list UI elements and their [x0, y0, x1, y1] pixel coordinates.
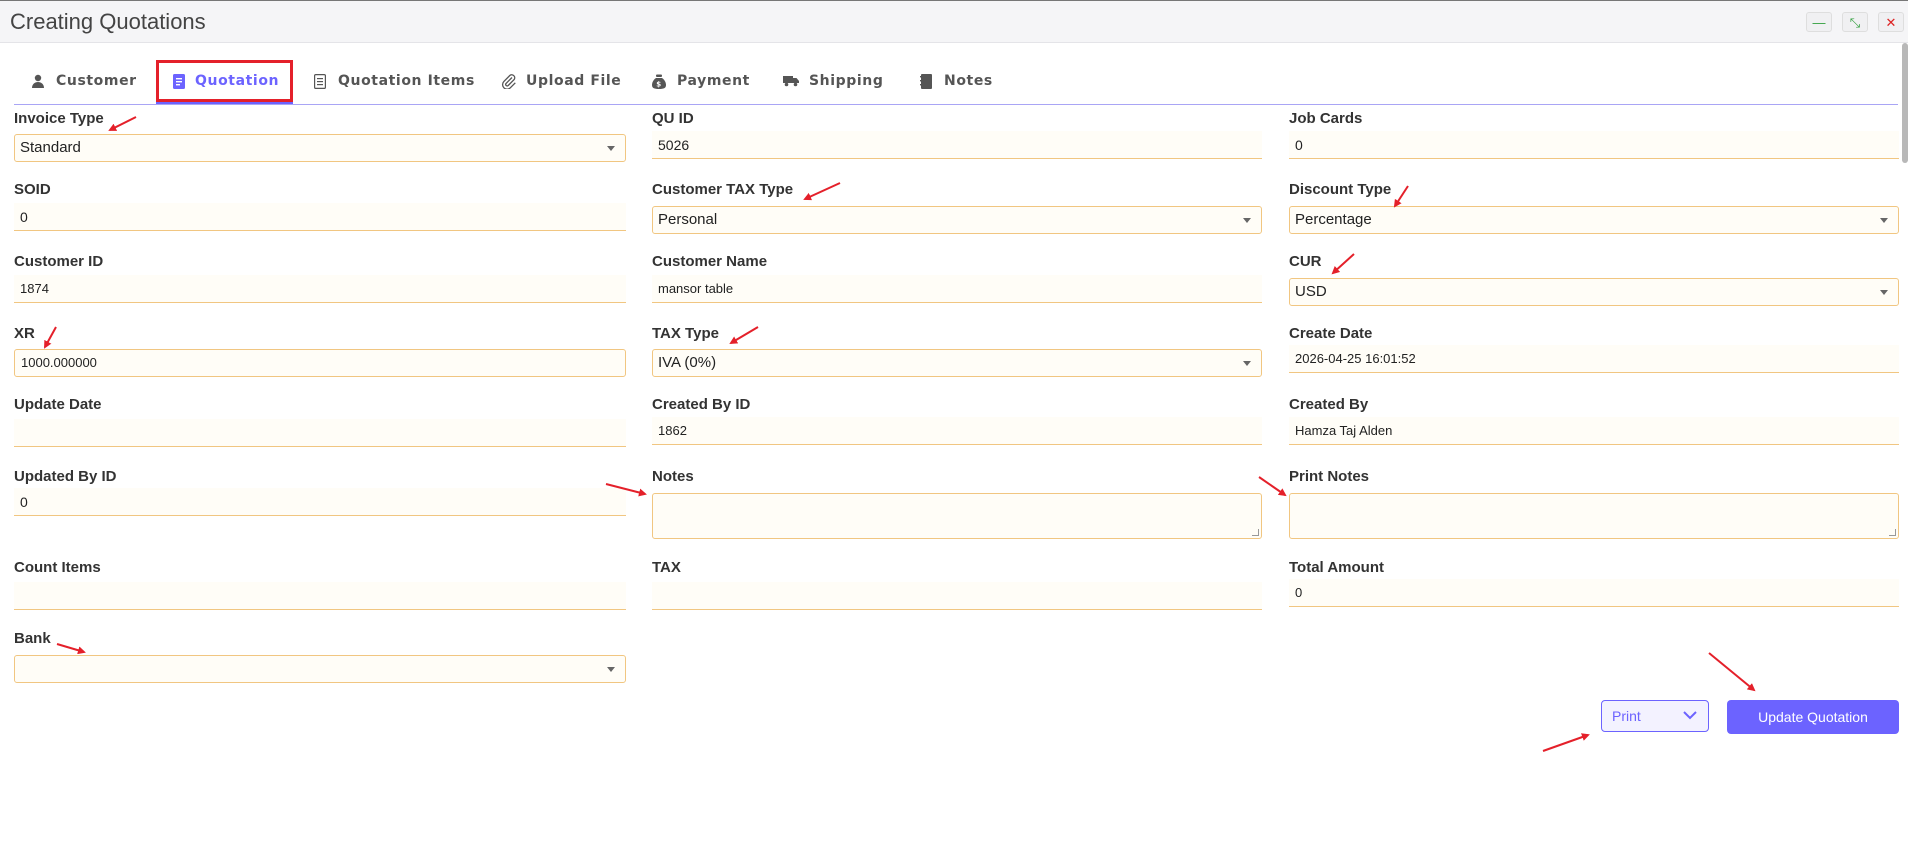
- notes-textarea[interactable]: [652, 493, 1262, 539]
- tab-label: Upload File: [526, 73, 622, 89]
- tab-notes[interactable]: Notes: [918, 60, 993, 102]
- notebook-icon: [918, 73, 934, 89]
- discount-type-label: Discount Type: [1289, 181, 1392, 198]
- tax-label: TAX: [652, 559, 681, 576]
- money-bag-icon: $: [651, 73, 667, 89]
- customer-name-label: Customer Name: [652, 253, 768, 270]
- count-items-label: Count Items: [14, 559, 101, 576]
- annotation-arrow: [1258, 476, 1287, 497]
- bank-label: Bank: [14, 630, 51, 647]
- invoice-type-select[interactable]: Standard: [14, 134, 626, 162]
- created-by-id-label: Created By ID: [652, 396, 751, 413]
- soid-field[interactable]: 0: [14, 203, 626, 231]
- restore-button[interactable]: ⤡: [1842, 12, 1868, 32]
- paperclip-icon: [500, 73, 516, 89]
- tax-type-value: IVA (0%): [658, 354, 717, 371]
- print-notes-textarea[interactable]: [1289, 493, 1899, 539]
- annotation-arrow: [44, 326, 57, 349]
- user-icon: [30, 73, 46, 89]
- updated-by-id-field[interactable]: 0: [14, 488, 626, 516]
- xr-label: XR: [14, 325, 35, 342]
- list-icon: [312, 73, 328, 89]
- minimize-button[interactable]: —: [1806, 12, 1832, 32]
- close-button[interactable]: ✕: [1878, 12, 1904, 32]
- window-titlebar: Creating Quotations — ⤡ ✕: [0, 0, 1908, 43]
- document-icon: [173, 73, 185, 89]
- tab-payment[interactable]: $ Payment: [651, 60, 750, 102]
- update-date-label: Update Date: [14, 396, 102, 413]
- tab-quotation[interactable]: Quotation: [156, 60, 293, 104]
- create-date-label: Create Date: [1289, 325, 1373, 342]
- dropdown-arrow-icon: [1243, 361, 1251, 366]
- created-by-field[interactable]: Hamza Taj Alden: [1289, 417, 1899, 445]
- annotation-arrow: [1331, 253, 1355, 275]
- customer-tax-type-value: Personal: [658, 211, 718, 228]
- annotation-arrow: [803, 182, 841, 201]
- invoice-type-label: Invoice Type: [14, 110, 104, 127]
- chevron-down-icon: [1682, 705, 1698, 735]
- annotation-arrow: [108, 116, 137, 131]
- tab-label: Quotation Items: [338, 73, 475, 89]
- create-date-field[interactable]: 2026-04-25 16:01:52: [1289, 345, 1899, 373]
- count-items-field[interactable]: [14, 582, 626, 610]
- updated-by-id-label: Updated By ID: [14, 468, 117, 485]
- print-notes-label: Print Notes: [1289, 468, 1370, 485]
- qu-id-field[interactable]: 5026: [652, 131, 1262, 159]
- total-amount-label: Total Amount: [1289, 559, 1384, 576]
- update-date-field[interactable]: [14, 419, 626, 447]
- tab-label: Notes: [944, 73, 993, 89]
- soid-label: SOID: [14, 181, 51, 198]
- dropdown-arrow-icon: [1880, 218, 1888, 223]
- tab-upload-file[interactable]: Upload File: [500, 60, 621, 102]
- print-button-label: Print: [1612, 708, 1641, 724]
- discount-type-value: Percentage: [1295, 211, 1372, 228]
- xr-field[interactable]: 1000.000000: [14, 349, 626, 377]
- tab-label: Quotation: [195, 73, 280, 89]
- bank-select[interactable]: [14, 655, 626, 683]
- tax-type-label: TAX Type: [652, 325, 719, 342]
- tab-label: Payment: [677, 73, 750, 89]
- job-cards-label: Job Cards: [1289, 110, 1363, 127]
- created-by-label: Created By: [1289, 396, 1369, 413]
- customer-tax-type-select[interactable]: Personal: [652, 206, 1262, 234]
- tax-field[interactable]: [652, 582, 1262, 610]
- discount-type-select[interactable]: Percentage: [1289, 206, 1899, 234]
- tab-customer[interactable]: Customer: [30, 60, 137, 102]
- tab-quotation-items[interactable]: Quotation Items: [312, 60, 475, 102]
- notes-label: Notes: [652, 468, 694, 485]
- job-cards-field[interactable]: 0: [1289, 131, 1899, 159]
- total-amount-field[interactable]: 0: [1289, 579, 1899, 607]
- customer-id-field[interactable]: 1874: [14, 275, 626, 303]
- svg-text:$: $: [656, 80, 661, 88]
- customer-id-label: Customer ID: [14, 253, 104, 270]
- scrollbar-thumb[interactable]: [1902, 43, 1908, 163]
- truck-icon: [783, 73, 799, 89]
- print-dropdown-button[interactable]: Print: [1601, 700, 1709, 732]
- dropdown-arrow-icon: [607, 667, 615, 672]
- invoice-type-value: Standard: [20, 139, 81, 156]
- dropdown-arrow-icon: [1243, 218, 1251, 223]
- dropdown-arrow-icon: [1880, 290, 1888, 295]
- qu-id-label: QU ID: [652, 110, 694, 127]
- tab-label: Shipping: [809, 73, 884, 89]
- customer-tax-type-label: Customer TAX Type: [652, 181, 794, 198]
- annotation-arrow: [729, 326, 759, 345]
- dropdown-arrow-icon: [607, 146, 615, 151]
- update-quotation-button[interactable]: Update Quotation: [1727, 700, 1899, 734]
- cur-value: USD: [1295, 283, 1327, 300]
- tax-type-select[interactable]: IVA (0%): [652, 349, 1262, 377]
- annotation-arrow: [1542, 733, 1590, 752]
- cur-select[interactable]: USD: [1289, 278, 1899, 306]
- cur-label: CUR: [1289, 253, 1322, 270]
- window-title: Creating Quotations: [10, 9, 206, 34]
- tab-shipping[interactable]: Shipping: [783, 60, 883, 102]
- annotation-arrow: [1708, 652, 1756, 692]
- annotation-arrow: [56, 643, 86, 655]
- tab-label: Customer: [56, 73, 137, 89]
- created-by-id-field[interactable]: 1862: [652, 417, 1262, 445]
- customer-name-field[interactable]: mansor table: [652, 275, 1262, 303]
- annotation-arrow: [1393, 185, 1409, 208]
- tab-bar: Customer Quotation Quotation Items Uploa…: [14, 60, 1898, 105]
